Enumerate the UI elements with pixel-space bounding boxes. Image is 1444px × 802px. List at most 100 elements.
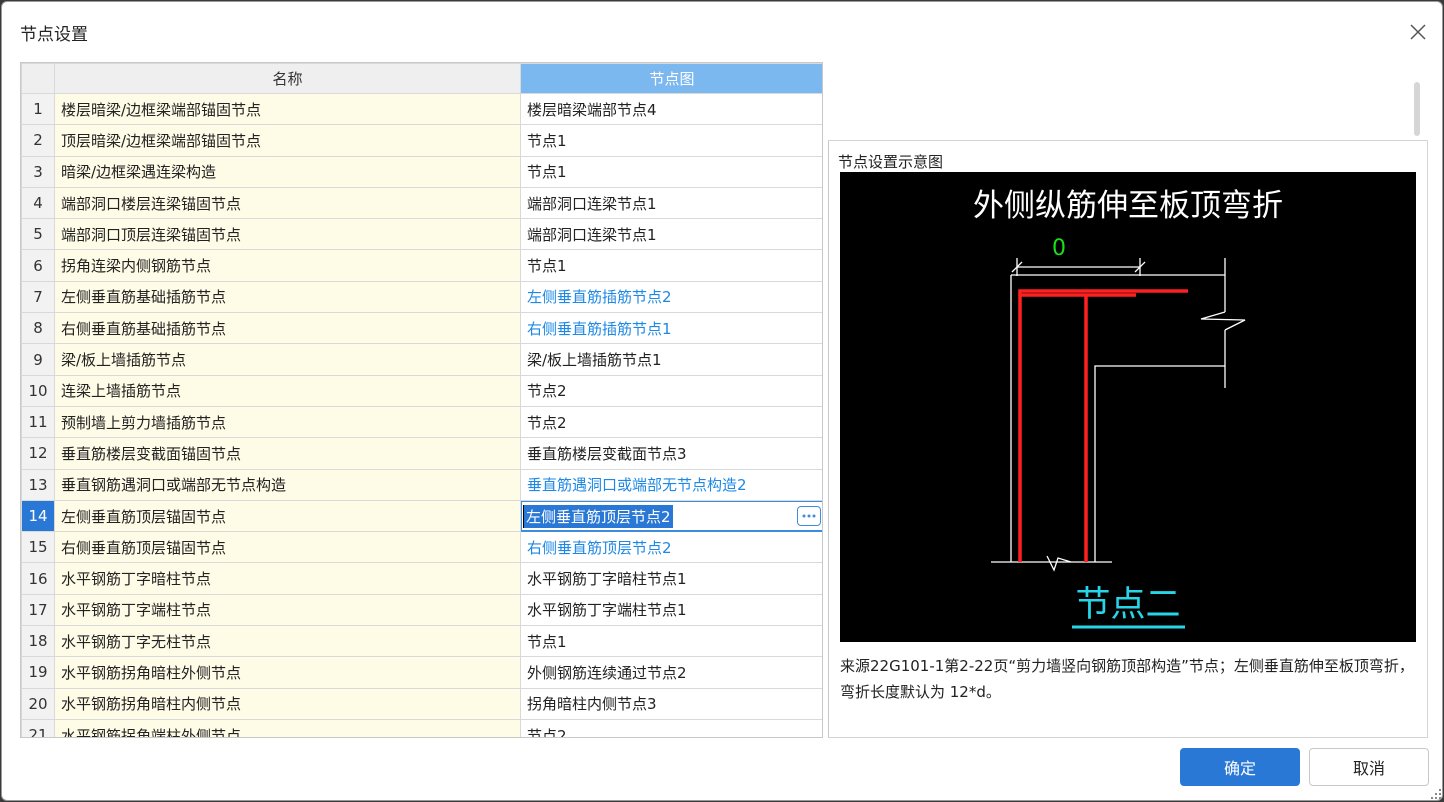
row-node-cell[interactable]: 外侧钢筋连续通过节点2	[520, 656, 822, 689]
scrollbar[interactable]	[1414, 82, 1420, 136]
row-number[interactable]: 20	[21, 687, 55, 720]
table-row[interactable]: 13 垂直钢筋遇洞口或端部无节点构造 垂直筋遇洞口或端部无节点构造2	[21, 468, 822, 501]
row-name-cell[interactable]: 顶层暗梁/边框梁端部锚固节点	[54, 124, 521, 157]
row-node-cell[interactable]: 节点2	[520, 718, 822, 737]
table-row[interactable]: 17 水平钢筋丁字端柱节点 水平钢筋丁字端柱节点1	[21, 593, 822, 627]
diagram-drawing: 外侧纵筋伸至板顶弯折 0 节点二	[973, 188, 1283, 629]
cancel-button[interactable]: 取消	[1309, 748, 1429, 786]
row-name-cell[interactable]: 梁/板上墙插筋节点	[54, 343, 521, 376]
row-number[interactable]: 18	[21, 625, 55, 658]
row-name-cell[interactable]: 水平钢筋丁字暗柱节点	[54, 562, 521, 595]
node-description: 来源22G101-1第2-22页“剪力墙竖向钢筋顶部构造”节点；左侧垂直筋伸至板…	[840, 657, 1414, 701]
row-number[interactable]: 1	[21, 92, 55, 126]
table-row[interactable]: 3 暗梁/边框梁遇连梁构造 节点1	[21, 155, 822, 188]
header-name[interactable]: 名称	[54, 63, 521, 94]
table-row[interactable]: 7 左侧垂直筋基础插筋节点 左侧垂直筋插筋节点2	[21, 280, 822, 314]
resize-grip-icon[interactable]	[1430, 788, 1442, 800]
row-number[interactable]: 5	[21, 218, 55, 251]
table-row[interactable]: 8 右侧垂直筋基础插筋节点 右侧垂直筋插筋节点1	[21, 312, 822, 345]
table-row[interactable]: 18 水平钢筋丁字无柱节点 节点1	[21, 625, 822, 658]
row-name-cell[interactable]: 水平钢筋丁字端柱节点	[54, 593, 521, 627]
row-name-cell[interactable]: 水平钢筋拐角暗柱外侧节点	[54, 656, 521, 689]
header-node[interactable]: 节点图	[520, 63, 822, 94]
node-editor[interactable]: 左侧垂直筋顶层节点2	[523, 501, 821, 530]
close-button[interactable]	[1406, 20, 1430, 44]
row-node-cell[interactable]: 左侧垂直筋插筋节点2	[520, 280, 822, 314]
table-row[interactable]: 11 预制墙上剪力墙插筋节点 节点2	[21, 405, 822, 439]
row-name-cell[interactable]: 垂直钢筋遇洞口或端部无节点构造	[54, 468, 521, 501]
table-row[interactable]: 19 水平钢筋拐角暗柱外侧节点 外侧钢筋连续通过节点2	[21, 656, 822, 689]
preview-label: 节点设置示意图	[838, 153, 944, 171]
row-name-cell[interactable]: 垂直筋楼层变截面锚固节点	[54, 437, 521, 470]
row-node-cell[interactable]: 节点1	[520, 249, 822, 282]
row-node-cell[interactable]: 右侧垂直筋插筋节点1	[520, 312, 822, 345]
row-name-cell[interactable]: 右侧垂直筋基础插筋节点	[54, 312, 521, 345]
row-name-cell[interactable]: 拐角连梁内侧钢筋节点	[54, 249, 521, 282]
node-editor-text[interactable]: 左侧垂直筋顶层节点2	[523, 504, 673, 528]
row-number[interactable]: 16	[21, 562, 55, 595]
table-row[interactable]: 20 水平钢筋拐角暗柱内侧节点 拐角暗柱内侧节点3	[21, 687, 822, 720]
table-row[interactable]: 5 端部洞口顶层连梁锚固节点 端部洞口连梁节点1	[21, 218, 822, 251]
table-row[interactable]: 4 端部洞口楼层连梁锚固节点 端部洞口连梁节点1	[21, 186, 822, 220]
row-number[interactable]: 14	[21, 499, 55, 533]
table-row[interactable]: 1 楼层暗梁/边框梁端部锚固节点 楼层暗梁端部节点4	[21, 92, 822, 126]
ellipsis-button[interactable]	[797, 506, 821, 526]
rebar	[1018, 289, 1188, 562]
row-node-cell[interactable]: 端部洞口连梁节点1	[520, 186, 822, 220]
row-node-cell[interactable]: 水平钢筋丁字端柱节点1	[520, 593, 822, 627]
row-node-cell[interactable]: 垂直筋遇洞口或端部无节点构造2	[520, 468, 822, 501]
row-node-cell[interactable]: 楼层暗梁端部节点4	[520, 92, 822, 126]
row-node-cell[interactable]: 节点2	[520, 374, 822, 407]
row-number[interactable]: 15	[21, 531, 55, 564]
row-node-cell[interactable]: 节点2	[520, 405, 822, 439]
row-name-cell[interactable]: 楼层暗梁/边框梁端部锚固节点	[54, 92, 521, 126]
row-number[interactable]: 9	[21, 343, 55, 376]
row-name-cell[interactable]: 端部洞口楼层连梁锚固节点	[54, 186, 521, 220]
row-node-cell[interactable]: 端部洞口连梁节点1	[520, 218, 822, 251]
row-number[interactable]: 10	[21, 374, 55, 407]
table-row[interactable]: 16 水平钢筋丁字暗柱节点 水平钢筋丁字暗柱节点1	[21, 562, 822, 595]
row-number[interactable]: 8	[21, 312, 55, 345]
row-number[interactable]: 19	[21, 656, 55, 689]
ok-button[interactable]: 确定	[1180, 748, 1300, 786]
table-row[interactable]: 2 顶层暗梁/边框梁端部锚固节点 节点1	[21, 124, 822, 157]
row-number[interactable]: 3	[21, 155, 55, 188]
row-node-cell[interactable]: 节点1	[520, 625, 822, 658]
row-name-cell[interactable]: 水平钢筋拐角暗柱内侧节点	[54, 687, 521, 720]
table-row[interactable]: 12 垂直筋楼层变截面锚固节点 垂直筋楼层变截面节点3	[21, 437, 822, 470]
row-number[interactable]: 12	[21, 437, 55, 470]
row-name-cell[interactable]: 左侧垂直筋基础插筋节点	[54, 280, 521, 314]
row-node-cell[interactable]: 拐角暗柱内侧节点3	[520, 687, 822, 720]
row-name-cell[interactable]: 预制墙上剪力墙插筋节点	[54, 405, 521, 439]
row-number[interactable]: 11	[21, 405, 55, 439]
header-row-number	[21, 63, 55, 94]
row-node-cell[interactable]: 水平钢筋丁字暗柱节点1	[520, 562, 822, 595]
table-row[interactable]: 6 拐角连梁内侧钢筋节点 节点1	[21, 249, 822, 282]
row-node-cell[interactable]: 节点1	[520, 124, 822, 157]
row-name-cell[interactable]: 端部洞口顶层连梁锚固节点	[54, 218, 521, 251]
row-node-cell[interactable]: 梁/板上墙插筋节点1	[520, 343, 822, 376]
row-name-cell[interactable]: 连梁上墙插筋节点	[54, 374, 521, 407]
row-node-cell[interactable]: 左侧垂直筋顶层节点2	[520, 499, 822, 533]
table-row[interactable]: 14 左侧垂直筋顶层锚固节点 左侧垂直筋顶层节点2	[21, 499, 822, 533]
table-row[interactable]: 21 水平钢筋拐角端柱外侧节点 节点2	[21, 718, 822, 737]
row-number[interactable]: 21	[21, 718, 55, 737]
row-name-cell[interactable]: 暗梁/边框梁遇连梁构造	[54, 155, 521, 188]
table-row[interactable]: 9 梁/板上墙插筋节点 梁/板上墙插筋节点1	[21, 343, 822, 376]
row-node-cell[interactable]: 节点1	[520, 155, 822, 188]
row-name-cell[interactable]: 水平钢筋丁字无柱节点	[54, 625, 521, 658]
row-number[interactable]: 2	[21, 124, 55, 157]
row-number[interactable]: 4	[21, 186, 55, 220]
table-row[interactable]: 10 连梁上墙插筋节点 节点2	[21, 374, 822, 407]
table-row[interactable]: 15 右侧垂直筋顶层锚固节点 右侧垂直筋顶层节点2	[21, 531, 822, 564]
row-node-cell[interactable]: 右侧垂直筋顶层节点2	[520, 531, 822, 564]
row-name-cell[interactable]: 水平钢筋拐角端柱外侧节点	[54, 718, 521, 737]
row-name-cell[interactable]: 左侧垂直筋顶层锚固节点	[54, 499, 521, 533]
node-table[interactable]: 名称 节点图 1 楼层暗梁/边框梁端部锚固节点 楼层暗梁端部节点4 2 顶层暗梁/边框梁…	[20, 62, 823, 738]
row-number[interactable]: 13	[21, 468, 55, 501]
row-number[interactable]: 7	[21, 280, 55, 314]
row-number[interactable]: 17	[21, 593, 55, 627]
row-number[interactable]: 6	[21, 249, 55, 282]
row-name-cell[interactable]: 右侧垂直筋顶层锚固节点	[54, 531, 521, 564]
row-node-cell[interactable]: 垂直筋楼层变截面节点3	[520, 437, 822, 470]
